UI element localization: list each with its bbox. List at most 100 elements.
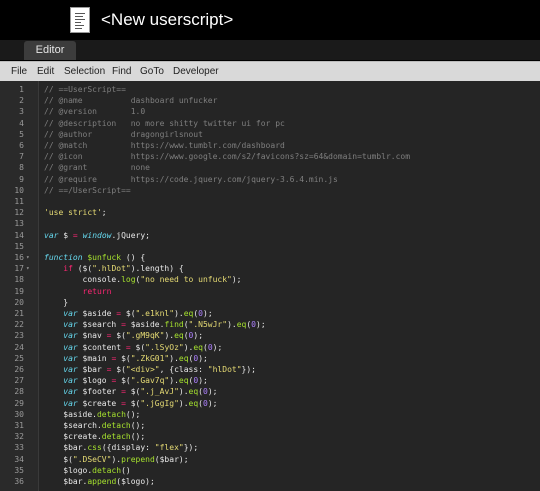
code-text: $logo.detach() [44,465,130,476]
code-line[interactable]: 6 // @match https://www.tumblr.com/dashbo… [0,140,540,151]
code-token: // @match https://www.tumblr.com/dashboa… [44,141,285,150]
code-token: ). [169,353,179,363]
line-number: 5 [19,129,24,139]
code-text: // ==/UserScript== [44,185,131,196]
code-line[interactable]: 14 var $ = window.jQuery; [0,230,540,241]
code-token: ); [256,320,266,330]
code-line[interactable]: 7 // @icon https://www.google.com/s2/favi… [0,151,540,162]
code-text: var $aside = $(".e1knl").eq(0); [44,308,212,319]
code-token: ); [207,398,218,408]
code-token: ). [178,398,189,408]
line-number: 29 [14,398,24,408]
tab-editor[interactable]: Editor [24,41,76,60]
code-line[interactable]: 33 $bar.css({display: "flex"}); [0,442,540,453]
line-number: 32 [14,432,24,442]
code-token: (); [125,409,141,419]
code-line[interactable]: 19 return [0,286,540,297]
line-number: 11 [14,197,24,206]
code-line[interactable]: 9 // @require https://code.jquery.com/jqu… [0,174,540,185]
code-line[interactable]: 23 var $nav = $(".gM9qK").eq(0); [0,330,540,341]
code-line[interactable]: 10 // ==/UserScript== [0,185,540,196]
line-number: 24 [14,342,24,352]
code-line[interactable]: 12 'use strict'; [0,207,540,218]
code-token: (); [130,432,146,442]
code-line[interactable]: 30 $aside.detach(); [0,409,540,420]
code-token: var [63,342,78,352]
code-token: ".j_AvJ" [140,387,179,397]
code-token: $search [77,320,122,330]
code-line[interactable]: 32 $create.detach(); [0,431,540,442]
code-token: ). [111,454,122,464]
menu-bar: File Edit Selection Find GoTo Developer [0,61,540,81]
menu-selection[interactable]: Selection [64,62,105,81]
code-line[interactable]: 15 [0,241,540,252]
code-token: } [44,297,69,307]
code-line[interactable]: 31 $search.detach(); [0,420,540,431]
code-line[interactable]: 35 $logo.detach() [0,465,540,476]
code-line[interactable]: 36 $bar.append($logo); [0,476,540,487]
code-line[interactable]: 1 // ==UserScript== [0,84,540,95]
code-token: // @icon https://www.google.com/s2/favic… [44,152,411,162]
code-token: .jQuery; [111,230,150,240]
code-token: detach [101,421,131,430]
code-line[interactable]: 4 // @description no more shitty twitter … [0,118,540,129]
code-line[interactable]: 27 var $logo = $(".Gav7q").eq(0); [0,375,540,386]
code-line[interactable]: 22 var $search = $aside.find(".N5wJr").e… [0,319,540,330]
code-line[interactable]: 28 var $footer = $(".j_AvJ").eq(0); [0,386,540,397]
code-token: var [63,398,78,408]
code-text: 'use strict'; [44,207,107,218]
code-token: eq [174,331,184,341]
code-text: $bar.css({display: "flex"}); [44,442,198,453]
code-text: // @match https://www.tumblr.com/dashboa… [44,140,285,151]
menu-file[interactable]: File [11,62,27,81]
code-line[interactable]: 3 // @version 1.0 [0,106,540,117]
fold-arrow-icon[interactable]: ▾ [26,263,30,274]
code-line[interactable]: 29 var $create = $(".jGgIg").eq(0); [0,398,540,409]
code-line[interactable]: 17 ▾ if ($(".hlDot").length) { [0,263,540,274]
code-line[interactable]: 8 // @grant none [0,162,540,173]
fold-arrow-icon[interactable]: ▾ [26,252,30,263]
code-token: ".lSyOz" [145,342,184,352]
code-text: console.log("no need to unfuck"); [44,274,242,285]
code-token: // @description no more shitty twitter u… [44,118,285,128]
code-token: eq [178,353,189,363]
code-token: function [44,253,83,262]
code-token: $( [44,454,73,464]
line-number: 30 [14,409,24,419]
code-line[interactable]: 34 $(".DSeCV").prepend($bar); [0,454,540,465]
code-line[interactable]: 2 // @name dashboard unfucker [0,95,540,106]
code-line[interactable]: 21 var $aside = $(".e1knl").eq(0); [0,308,540,319]
code-token: ({display: [101,443,155,453]
code-token: ".gM9qK" [125,331,165,341]
code-token: , {class: [159,365,208,374]
code-text: var $create = $(".jGgIg").eq(0); [44,398,217,409]
menu-edit[interactable]: Edit [37,62,54,81]
code-line[interactable]: 20 } [0,297,540,308]
code-line[interactable]: 18 console.log("no need to unfuck"); [0,274,540,285]
code-line[interactable]: 25 var $main = $(".ZkG01").eq(0); [0,353,540,364]
line-number: 27 [14,376,24,386]
code-text: var $bar = $("<div>", {class: "hlDot"}); [44,364,256,375]
code-line[interactable]: 5 // @author dragongirlsnout [0,129,540,140]
code-line[interactable]: 26 var $bar = $("<div>", {class: "hlDot"… [0,364,540,375]
menu-goto[interactable]: GoTo [140,62,164,81]
code-token: ). [174,309,184,318]
code-editor[interactable]: 1 // ==UserScript== 2 // @name dashboard un… [0,81,540,491]
code-line[interactable]: 16 ▾ function $unfuck () { [0,252,540,263]
code-token: $bar. [44,477,88,486]
code-text: function $unfuck () { [44,252,145,263]
code-line[interactable]: 11 [0,196,540,207]
line-number: 13 [14,219,24,229]
code-token: $footer [77,387,122,397]
code-line[interactable]: 24 var $content = $(".lSyOz").eq(0); [0,342,540,353]
code-line[interactable]: 13 [0,218,540,229]
menu-find[interactable]: Find [112,62,131,81]
code-text: $search.detach(); [44,420,145,431]
code-token: $create [77,398,122,408]
code-token: prepend [121,454,155,464]
line-number: 31 [14,421,24,430]
menu-developer[interactable]: Developer [173,62,219,81]
code-token: var [63,309,78,318]
